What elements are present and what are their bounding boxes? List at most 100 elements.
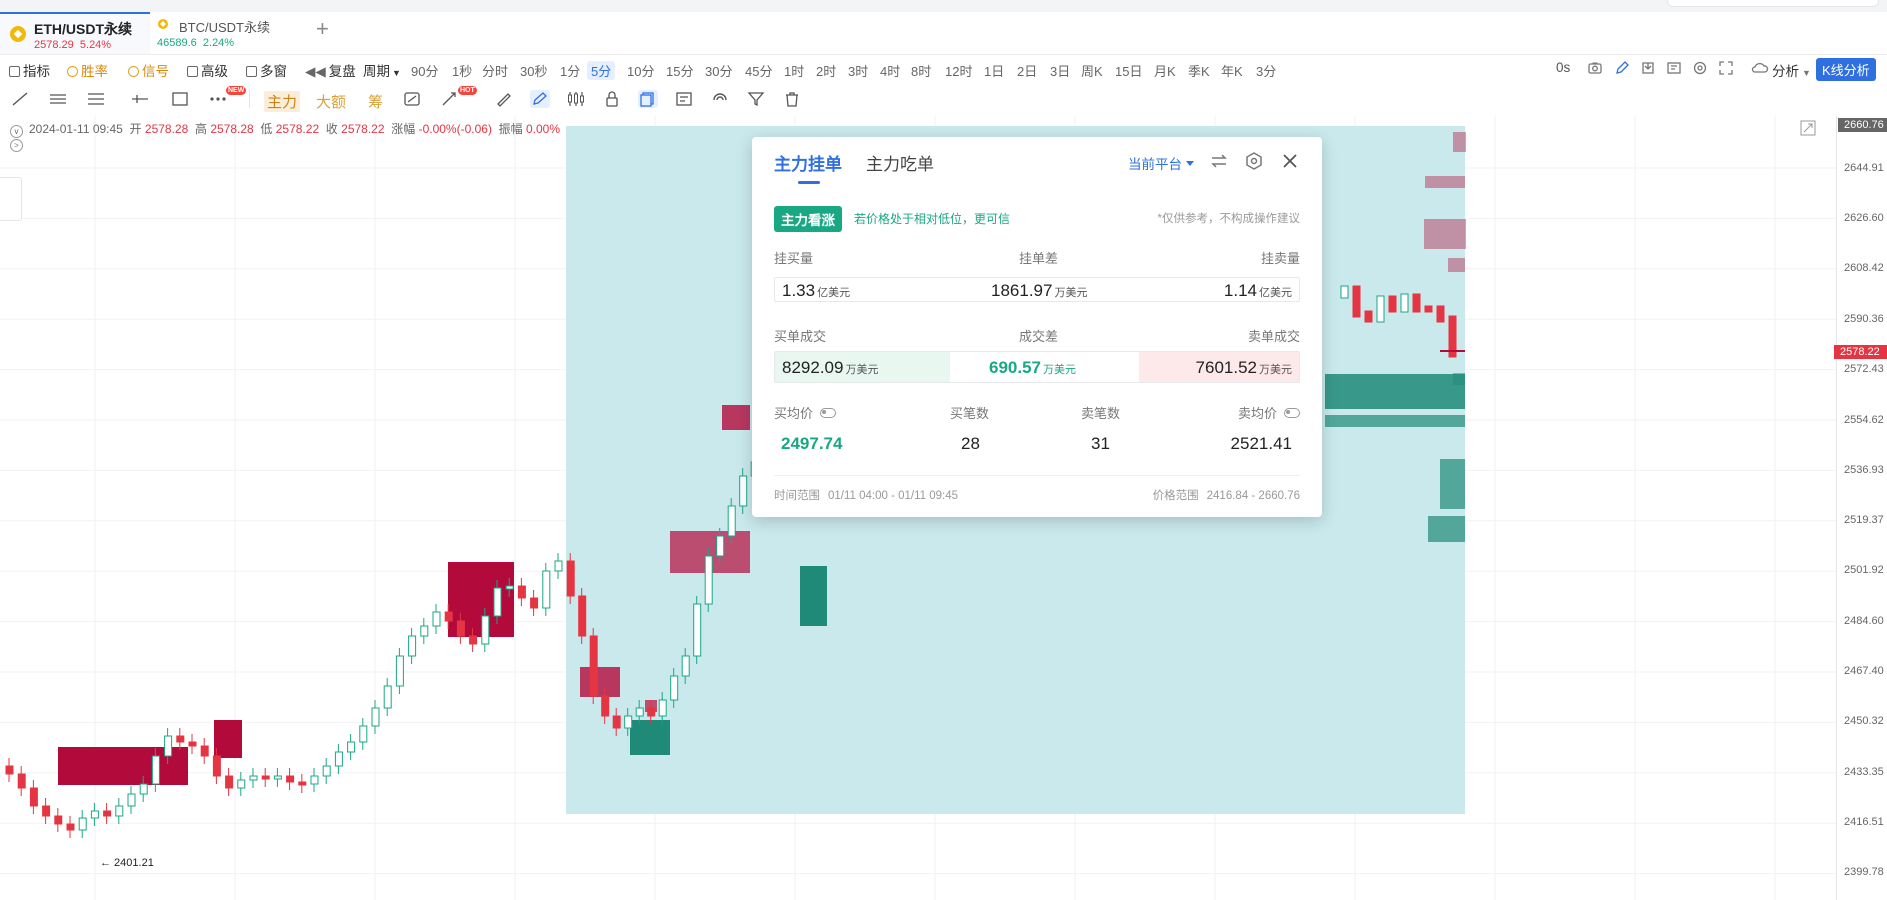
period-19[interactable]: 周K (1081, 61, 1103, 80)
candle (704, 555, 713, 605)
candle (139, 783, 148, 795)
platform-dropdown[interactable]: 当前平台 (1128, 153, 1194, 173)
price-axis[interactable] (1836, 116, 1887, 900)
template-icon[interactable] (1666, 60, 1682, 76)
fullscreen-icon[interactable] (1718, 60, 1734, 76)
period-7[interactable]: 15分 (666, 61, 693, 80)
pen-icon[interactable] (1614, 60, 1630, 76)
auto-draw-icon[interactable] (402, 90, 422, 108)
ruler-icon[interactable] (494, 90, 514, 108)
period-18[interactable]: 3日 (1050, 61, 1070, 80)
expand-icon[interactable] (1800, 120, 1816, 136)
horizontal-lines-icon[interactable] (86, 90, 106, 108)
signal-button[interactable]: 信号 (128, 60, 169, 80)
order-block (722, 405, 750, 430)
period-22[interactable]: 季K (1188, 61, 1210, 80)
period-11[interactable]: 2时 (816, 61, 836, 80)
magic-draw-icon[interactable] (440, 90, 460, 108)
draw-mode-icon[interactable] (530, 90, 550, 108)
period-15[interactable]: 12时 (945, 61, 972, 80)
period-16[interactable]: 1日 (984, 61, 1004, 80)
candle (612, 715, 621, 729)
replay-button[interactable]: ◀◀ 复盘 (305, 60, 356, 80)
period-23[interactable]: 年K (1221, 61, 1243, 80)
magnet-icon[interactable] (710, 90, 730, 108)
chevron-right-icon[interactable]: > (10, 139, 23, 152)
axis-max-price: 2660.76 (1838, 118, 1887, 132)
candle (456, 620, 465, 637)
period-dropdown[interactable]: 周期 ▼ (363, 60, 401, 80)
disclaimer: *仅供参考，不构成操作建议 (1157, 213, 1300, 225)
new-badge: NEW (226, 86, 247, 95)
time-offset: 0s (1556, 60, 1571, 75)
copy-icon[interactable] (638, 90, 658, 108)
add-tab-icon[interactable]: + (316, 18, 329, 40)
large-order-toggle[interactable]: 大额 (316, 91, 346, 112)
period-8[interactable]: 30分 (705, 61, 732, 80)
price-tick: 2590.36 (1844, 313, 1884, 325)
analysis-dropdown[interactable]: 分析 ▼ (1772, 60, 1811, 80)
candle (658, 699, 667, 717)
multi-window-button[interactable]: 多窗 (246, 60, 287, 80)
parallel-channel-icon[interactable] (48, 90, 68, 108)
camera-icon[interactable] (1587, 60, 1603, 76)
winrate-button[interactable]: 胜率 (67, 60, 108, 80)
indicator-button[interactable]: 指标 (9, 60, 50, 80)
toggle-icon[interactable] (1284, 408, 1300, 418)
main-force-toggle[interactable]: 主力 (264, 91, 301, 112)
candle (115, 805, 124, 817)
period-10[interactable]: 1时 (784, 61, 804, 80)
export-icon[interactable] (1640, 60, 1656, 76)
period-13[interactable]: 4时 (880, 61, 900, 80)
period-0[interactable]: 90分 (411, 61, 438, 80)
period-12[interactable]: 3时 (848, 61, 868, 80)
horizontal-ray-icon[interactable] (130, 90, 150, 108)
top-search-box[interactable] (1667, 0, 1879, 7)
period-24[interactable]: 3分 (1256, 61, 1276, 80)
lock-icon[interactable] (602, 90, 622, 108)
period-21[interactable]: 月K (1154, 61, 1176, 80)
period-14[interactable]: 8时 (911, 61, 931, 80)
candle (1340, 285, 1349, 299)
period-20[interactable]: 15日 (1115, 61, 1142, 80)
candlestick-icon[interactable] (566, 90, 586, 108)
period-9[interactable]: 45分 (745, 61, 772, 80)
more-icon[interactable] (208, 90, 228, 108)
close-icon[interactable] (1280, 151, 1300, 171)
period-1[interactable]: 1秒 (452, 61, 472, 80)
tab-main-orders[interactable]: 主力挂单 (774, 150, 842, 184)
trash-icon[interactable] (782, 90, 802, 108)
period-4[interactable]: 1分 (560, 61, 580, 80)
settings-icon[interactable] (1244, 151, 1264, 171)
rectangle-icon[interactable] (170, 90, 190, 108)
tab-btc-usdt[interactable]: BTC/USDT永续 46589.6 2.24% (152, 12, 312, 54)
kline-analysis-button[interactable]: K线分析 (1816, 58, 1876, 81)
note-icon[interactable] (674, 90, 694, 108)
tab-main-fills[interactable]: 主力吃单 (866, 150, 934, 175)
period-2[interactable]: 分时 (482, 61, 508, 80)
advanced-icon (187, 66, 198, 77)
signal-icon (128, 66, 139, 77)
side-float-panel[interactable] (0, 177, 22, 221)
candle (347, 741, 356, 753)
swap-icon[interactable] (1209, 151, 1229, 171)
chips-toggle[interactable]: 筹 (368, 91, 383, 112)
period-6[interactable]: 10分 (627, 61, 654, 80)
toggle-icon[interactable] (820, 408, 837, 418)
filter-icon[interactable] (746, 90, 766, 108)
order-block (1448, 258, 1465, 272)
period-5[interactable]: 5分 (587, 61, 616, 80)
chevron-down-icon[interactable]: v (10, 125, 23, 138)
trend-line-icon[interactable] (10, 90, 30, 108)
candle (739, 475, 748, 507)
period-3[interactable]: 30秒 (520, 61, 547, 80)
winrate-icon (67, 66, 78, 77)
candle (493, 587, 502, 617)
tab-eth-usdt[interactable]: ETH/USDT永续 2578.29 5.24% (0, 12, 150, 54)
symbol-tab-bar: ETH/USDT永续 2578.29 5.24% BTC/USDT永续 4658… (0, 12, 1887, 55)
advanced-button[interactable]: 高级 (187, 60, 228, 80)
candle (261, 775, 270, 780)
candle (505, 585, 514, 590)
settings-icon[interactable] (1692, 60, 1708, 76)
period-17[interactable]: 2日 (1017, 61, 1037, 80)
